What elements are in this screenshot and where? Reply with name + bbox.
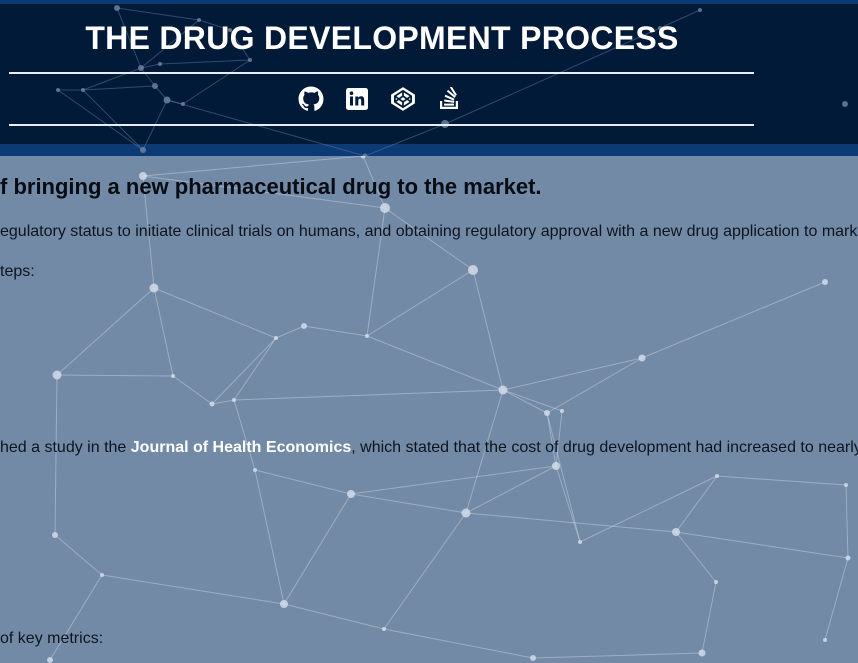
intro-paragraph: egulatory status to initiate clinical tr…: [0, 223, 858, 240]
codepen-link[interactable]: [390, 86, 416, 112]
cost-paragraph: hed a study in the Journal of Health Eco…: [0, 439, 858, 457]
main-content: f bringing a new pharmaceutical drug to …: [0, 156, 858, 663]
header-divider-top: [9, 72, 754, 74]
journal-link[interactable]: Journal of Health Economics: [131, 439, 351, 456]
linkedin-icon: [346, 88, 368, 110]
codepen-icon: [391, 87, 415, 111]
stackoverflow-link[interactable]: [436, 86, 462, 112]
stackoverflow-icon: [440, 87, 458, 109]
cost-paragraph-start: hed a study in the: [0, 439, 131, 456]
github-icon: [298, 86, 324, 111]
github-link[interactable]: [298, 86, 324, 112]
header-divider-bottom: [9, 124, 754, 126]
social-links: [298, 86, 462, 112]
section-headline: f bringing a new pharmaceutical drug to …: [0, 174, 542, 199]
site-title: THE DRUG DEVELOPMENT PROCESS: [85, 20, 679, 56]
linkedin-link[interactable]: [344, 86, 370, 112]
steps-intro: teps:: [0, 263, 35, 280]
metrics-intro: of key metrics:: [0, 630, 104, 647]
header-content: THE DRUG DEVELOPMENT PROCESS: [0, 0, 858, 156]
cost-paragraph-end: , which stated that the cost of drug dev…: [351, 439, 858, 456]
